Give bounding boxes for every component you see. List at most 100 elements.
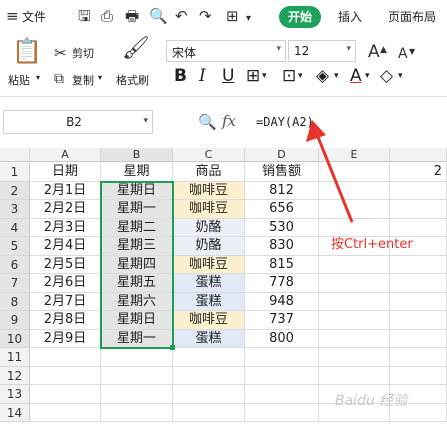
select-all-corner[interactable]	[0, 148, 30, 162]
date-cell[interactable]: 2月4日	[30, 237, 101, 256]
format-painter-icon[interactable]: 🖌	[122, 38, 150, 60]
weekday-cell[interactable]	[101, 366, 173, 385]
export-pdf-icon[interactable]: ⎙	[101, 8, 113, 24]
product-cell[interactable]	[173, 366, 245, 385]
sales-cell[interactable]: 737	[245, 311, 319, 330]
weekday-cell[interactable]: 星期一	[101, 200, 173, 219]
date-cell[interactable]: 日期	[30, 163, 101, 182]
weekday-cell[interactable]: 星期日	[101, 181, 173, 200]
tab-insert[interactable]: 插入	[338, 8, 362, 25]
empty-cell[interactable]	[390, 200, 447, 219]
font-color-button[interactable]: A	[350, 66, 362, 86]
row-header[interactable]: 4	[0, 218, 30, 237]
empty-cell[interactable]	[390, 366, 447, 385]
font-color-dropdown-icon[interactable]: ▾	[365, 66, 370, 86]
weekday-cell[interactable]: 星期一	[101, 329, 173, 348]
cut-button[interactable]: 剪切	[72, 45, 94, 61]
empty-cell[interactable]	[319, 311, 390, 330]
table-style-icon[interactable]: ⊞	[226, 8, 239, 24]
decrease-font-size-icon[interactable]: A	[398, 45, 408, 63]
paste-dropdown-icon[interactable]: ▾	[36, 73, 40, 82]
zoom-search-icon[interactable]: 🔍	[198, 113, 217, 131]
copy-dropdown-icon[interactable]: ▾	[98, 73, 102, 82]
row-header[interactable]: 13	[0, 385, 30, 404]
row-header[interactable]: 12	[0, 366, 30, 385]
date-cell[interactable]: 2月6日	[30, 274, 101, 293]
weekday-cell[interactable]	[101, 348, 173, 367]
clear-dropdown-icon[interactable]: ▾	[398, 66, 403, 86]
weekday-cell[interactable]	[101, 385, 173, 404]
empty-cell[interactable]	[319, 255, 390, 274]
partial-column-cell[interactable]: 2	[390, 163, 447, 182]
quick-access-dropdown-icon[interactable]: ▾	[246, 11, 251, 27]
weekday-cell[interactable]: 星期	[101, 163, 173, 182]
tab-page-layout[interactable]: 页面布局	[388, 8, 436, 25]
row-header[interactable]: 9	[0, 311, 30, 330]
copy-button[interactable]: 复制	[72, 72, 94, 88]
file-menu[interactable]: 文件	[22, 8, 46, 25]
date-cell[interactable]: 2月3日	[30, 218, 101, 237]
empty-cell[interactable]	[390, 181, 447, 200]
weekday-cell[interactable]: 星期五	[101, 274, 173, 293]
row-header[interactable]: 3	[0, 200, 30, 219]
product-cell[interactable]	[173, 348, 245, 367]
fill-color-icon[interactable]: ◈	[316, 66, 329, 86]
empty-cell[interactable]	[390, 348, 447, 367]
undo-icon[interactable]: ↶	[175, 8, 188, 24]
sales-cell[interactable]	[245, 403, 319, 422]
weekday-cell[interactable]: 星期六	[101, 292, 173, 311]
date-cell[interactable]: 2月5日	[30, 255, 101, 274]
merge-cells-icon[interactable]: ⊡	[282, 66, 296, 86]
weekday-cell[interactable]: 星期二	[101, 218, 173, 237]
paste-icon[interactable]: 📋	[12, 39, 42, 63]
row-header[interactable]: 6	[0, 255, 30, 274]
product-cell[interactable]: 蛋糕	[173, 274, 245, 293]
row-header[interactable]: 7	[0, 274, 30, 293]
product-cell[interactable]	[173, 385, 245, 404]
insert-function-icon[interactable]: fx	[222, 112, 236, 130]
product-cell[interactable]: 咖啡豆	[173, 255, 245, 274]
sales-cell[interactable]: 948	[245, 292, 319, 311]
date-cell[interactable]: 2月8日	[30, 311, 101, 330]
scissors-icon[interactable]: ✂	[54, 44, 67, 62]
copy-icon[interactable]: ⧉	[54, 70, 64, 88]
merge-dropdown-icon[interactable]: ▾	[298, 66, 303, 86]
fill-color-dropdown-icon[interactable]: ▾	[334, 66, 339, 86]
column-header-b[interactable]: B	[101, 148, 173, 162]
bold-button[interactable]: B	[174, 66, 187, 86]
product-cell[interactable]: 奶酪	[173, 237, 245, 256]
empty-cell[interactable]	[319, 329, 390, 348]
row-header[interactable]: 8	[0, 292, 30, 311]
hamburger-menu-icon[interactable]: ≡	[6, 8, 19, 24]
sales-cell[interactable]: 830	[245, 237, 319, 256]
weekday-cell[interactable]	[101, 403, 173, 422]
product-cell[interactable]: 咖啡豆	[173, 181, 245, 200]
date-cell[interactable]	[30, 403, 101, 422]
fill-handle[interactable]	[170, 345, 175, 350]
empty-cell[interactable]	[390, 329, 447, 348]
empty-cell[interactable]	[319, 292, 390, 311]
product-cell[interactable]: 咖啡豆	[173, 311, 245, 330]
empty-cell[interactable]	[390, 274, 447, 293]
eraser-icon[interactable]: ◇	[380, 66, 393, 86]
product-cell[interactable]: 蛋糕	[173, 329, 245, 348]
date-cell[interactable]: 2月2日	[30, 200, 101, 219]
product-cell[interactable]: 奶酪	[173, 218, 245, 237]
column-header-partial[interactable]	[390, 148, 447, 162]
date-cell[interactable]: 2月9日	[30, 329, 101, 348]
product-cell[interactable]: 蛋糕	[173, 292, 245, 311]
weekday-cell[interactable]: 星期四	[101, 255, 173, 274]
column-header-a[interactable]: A	[30, 148, 101, 162]
increase-font-size-icon[interactable]: A	[368, 43, 380, 61]
row-header[interactable]: 11	[0, 348, 30, 367]
row-header[interactable]: 1	[0, 163, 30, 182]
empty-cell[interactable]	[390, 311, 447, 330]
date-cell[interactable]	[30, 366, 101, 385]
empty-cell[interactable]	[390, 255, 447, 274]
italic-button[interactable]: I	[199, 66, 206, 86]
product-cell[interactable]: 商品	[173, 163, 245, 182]
sales-cell[interactable]: 800	[245, 329, 319, 348]
tab-home[interactable]: 开始	[279, 6, 321, 28]
row-header[interactable]: 10	[0, 329, 30, 348]
sales-cell[interactable]	[245, 366, 319, 385]
